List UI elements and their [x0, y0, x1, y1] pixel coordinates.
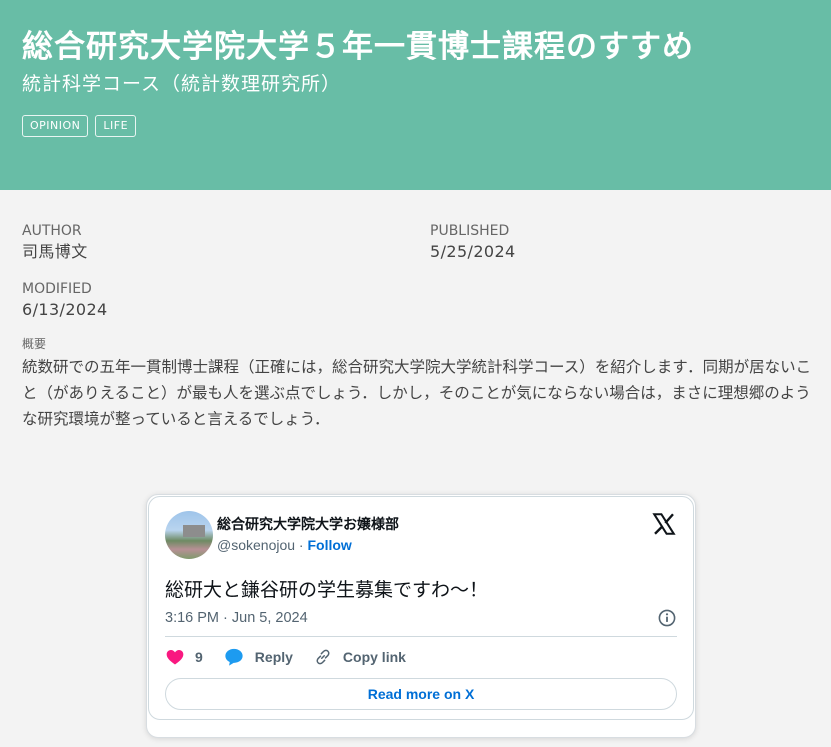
link-icon [316, 649, 330, 665]
tweet-timestamp[interactable]: 3:16 PM · Jun 5, 2024 [165, 608, 308, 628]
tweet-actions: 9 Reply Copy link [165, 637, 677, 677]
author-label: AUTHOR [22, 223, 82, 239]
published-label: PUBLISHED [430, 223, 510, 239]
copy-link-label: Copy link [342, 649, 406, 665]
reply-label: Reply [254, 649, 293, 665]
author-block: AUTHOR 司馬博文 [22, 222, 430, 264]
tweet-handle-row: @sokenojou · Follow [217, 535, 399, 555]
tweet-handle[interactable]: @sokenojou [217, 537, 295, 553]
like-count: 9 [195, 649, 203, 665]
copy-link-button[interactable]: Copy link [313, 647, 406, 667]
abstract-text: 統数研での五年一貫制博士課程（正確には，総合研究大学院大学統計科学コース）を紹介… [22, 358, 812, 428]
tweet-author: 総合研究大学院大学お嬢様部 @sokenojou · Follow [217, 515, 399, 555]
tag-life[interactable]: LIFE [95, 115, 137, 137]
published-block: PUBLISHED 5/25/2024 [430, 222, 810, 264]
x-logo-icon[interactable] [651, 511, 677, 537]
modified-block: MODIFIED 6/13/2024 [22, 280, 430, 322]
follow-link[interactable]: Follow [308, 537, 352, 553]
handle-separator: · [295, 537, 308, 553]
page-subtitle: 統計科学コース（統計数理研究所） [22, 73, 342, 95]
read-more-button[interactable]: Read more on X [165, 678, 677, 710]
post-metadata: AUTHOR 司馬博文 PUBLISHED 5/25/2024 MODIFIED… [22, 222, 812, 432]
author-value: 司馬博文 [22, 242, 88, 261]
page-header: 総合研究大学院大学５年一貫博士課程のすすめ 統計科学コース（統計数理研究所） O… [0, 0, 831, 190]
tweet-time-row: 3:16 PM · Jun 5, 2024 [165, 608, 677, 628]
modified-date: 6/13/2024 [22, 300, 108, 319]
tag-list: OPINION LIFE [22, 115, 809, 137]
tweet-embed[interactable]: 総合研究大学院大学お嬢様部 @sokenojou · Follow 総研大と鎌谷… [148, 496, 694, 720]
speech-bubble-icon [225, 648, 243, 666]
reply-button[interactable]: Reply [223, 647, 293, 667]
heart-icon [166, 650, 184, 665]
page-title: 総合研究大学院大学５年一貫博士課程のすすめ [22, 29, 694, 65]
tweet-header: 総合研究大学院大学お嬢様部 @sokenojou · Follow [165, 511, 677, 559]
tag-opinion[interactable]: OPINION [22, 115, 89, 137]
tweet-display-name[interactable]: 総合研究大学院大学お嬢様部 [217, 515, 399, 533]
like-button[interactable]: 9 [165, 647, 203, 667]
info-icon[interactable] [657, 608, 677, 628]
avatar[interactable] [165, 511, 213, 559]
modified-label: MODIFIED [22, 281, 92, 297]
published-date: 5/25/2024 [430, 242, 516, 261]
tweet-text: 総研大と鎌谷研の学生募集ですわ〜！ [165, 580, 489, 601]
abstract-label: 概要 [22, 337, 47, 351]
